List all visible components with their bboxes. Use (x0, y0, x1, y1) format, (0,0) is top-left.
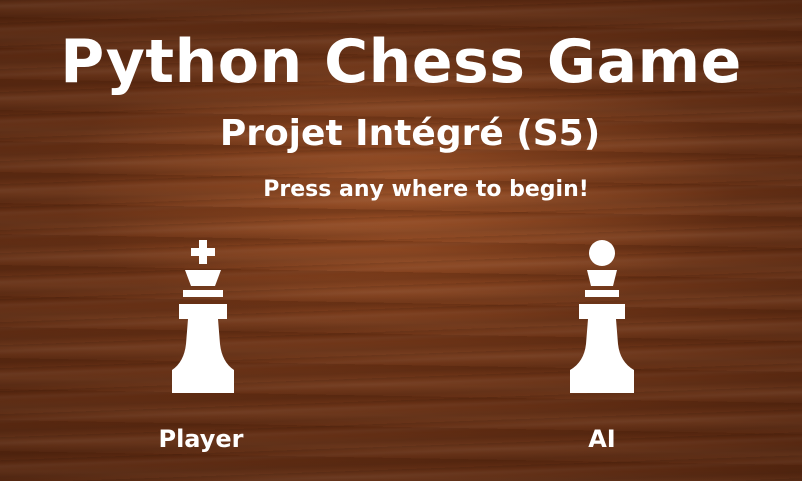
start-prompt: Press any where to begin! (263, 177, 589, 202)
start-screen[interactable]: Python Chess Game Projet Intégré (S5) Pr… (0, 0, 802, 481)
ai-label[interactable]: AI (522, 422, 682, 456)
game-title: Python Chess Game (60, 27, 742, 97)
chess-king-icon (168, 238, 238, 394)
chess-pawn-icon (567, 238, 637, 394)
player-label[interactable]: Player (121, 422, 281, 456)
project-subtitle: Projet Intégré (S5) (219, 113, 601, 154)
